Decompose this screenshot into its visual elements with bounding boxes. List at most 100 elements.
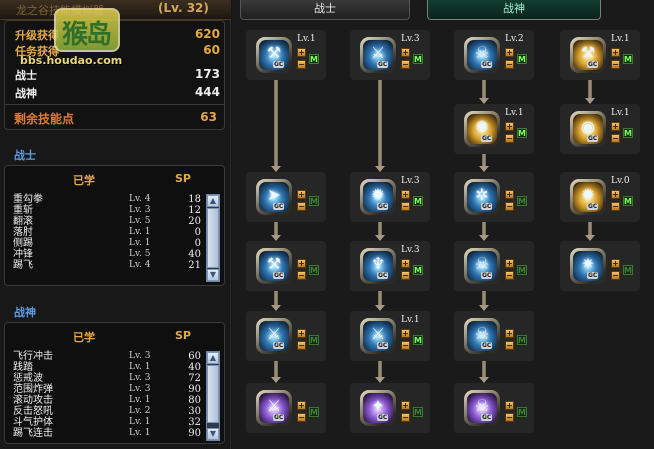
- learned-skill-row[interactable]: 踢飞 Lv. 4 21: [13, 260, 203, 271]
- skill-plus-button[interactable]: +: [401, 401, 410, 410]
- skill-minus-button[interactable]: −: [611, 202, 620, 211]
- learned-skill-row[interactable]: 冲锋 Lv. 5 40: [13, 249, 203, 260]
- skill-minus-button[interactable]: −: [401, 202, 410, 211]
- skill-max-button[interactable]: M: [623, 196, 633, 206]
- scroll-thumb[interactable]: [207, 208, 219, 268]
- skill-minus-button[interactable]: −: [505, 413, 514, 422]
- skill-minus-button[interactable]: −: [401, 341, 410, 350]
- skill-icon-button[interactable]: ⚔ GC: [360, 37, 396, 73]
- skill-max-button[interactable]: M: [517, 196, 527, 206]
- skill-icon-button[interactable]: ☠ GC: [464, 37, 500, 73]
- skill-max-button[interactable]: M: [623, 54, 633, 64]
- skill-max-button[interactable]: M: [517, 335, 527, 345]
- skill-max-button[interactable]: M: [517, 54, 527, 64]
- learned-skill-row[interactable]: 落肘 Lv. 1 0: [13, 227, 203, 238]
- skill-plus-button[interactable]: +: [611, 259, 620, 268]
- learned-skill-row[interactable]: 滚动攻击 Lv. 1 80: [13, 395, 203, 406]
- skill-plus-button[interactable]: +: [505, 329, 514, 338]
- skill-minus-button[interactable]: −: [611, 134, 620, 143]
- skill-icon-button[interactable]: ⚔ GC: [256, 390, 292, 426]
- skill-plus-button[interactable]: +: [401, 190, 410, 199]
- god-list-scrollbar[interactable]: ▲ ▼: [206, 351, 220, 441]
- learned-skill-row[interactable]: 范围炸弹 Lv. 3 90: [13, 384, 203, 395]
- skill-plus-button[interactable]: +: [505, 401, 514, 410]
- skill-icon-button[interactable]: ♆ GC: [360, 248, 396, 284]
- learned-skill-row[interactable]: 重斩 Lv. 3 12: [13, 205, 203, 216]
- tab-god[interactable]: 战神: [427, 0, 601, 20]
- skill-max-button[interactable]: M: [309, 335, 319, 345]
- scroll-thumb[interactable]: [207, 365, 219, 423]
- skill-plus-button[interactable]: +: [401, 48, 410, 57]
- skill-plus-button[interactable]: +: [401, 259, 410, 268]
- skill-icon-button[interactable]: ☠ GC: [464, 248, 500, 284]
- skill-minus-button[interactable]: −: [505, 60, 514, 69]
- skill-icon-button[interactable]: ➤ GC: [256, 179, 292, 215]
- skill-max-button[interactable]: M: [413, 335, 423, 345]
- skill-icon-button[interactable]: ⚒ GC: [256, 37, 292, 73]
- skill-max-button[interactable]: M: [413, 407, 423, 417]
- skill-plus-button[interactable]: +: [505, 48, 514, 57]
- skill-minus-button[interactable]: −: [505, 134, 514, 143]
- learned-skill-row[interactable]: 踢飞连击 Lv. 1 90: [13, 428, 203, 439]
- skill-plus-button[interactable]: +: [297, 329, 306, 338]
- skill-icon-button[interactable]: ⚔ GC: [256, 318, 292, 354]
- skill-minus-button[interactable]: −: [505, 271, 514, 280]
- skill-plus-button[interactable]: +: [611, 190, 620, 199]
- scroll-up-button[interactable]: ▲: [207, 352, 219, 364]
- skill-max-button[interactable]: M: [623, 128, 633, 138]
- scroll-down-button[interactable]: ▼: [207, 269, 219, 281]
- learned-skill-row[interactable]: 斗气护体 Lv. 1 32: [13, 417, 203, 428]
- skill-plus-button[interactable]: +: [297, 259, 306, 268]
- learned-skill-row[interactable]: 反击怒吼 Lv. 2 30: [13, 406, 203, 417]
- skill-minus-button[interactable]: −: [297, 202, 306, 211]
- skill-max-button[interactable]: M: [309, 407, 319, 417]
- skill-plus-button[interactable]: +: [505, 259, 514, 268]
- skill-max-button[interactable]: M: [309, 196, 319, 206]
- skill-icon-button[interactable]: ☠ GC: [464, 390, 500, 426]
- tab-warrior[interactable]: 战士: [240, 0, 410, 20]
- learned-skill-row[interactable]: 重勾拳 Lv. 4 18: [13, 194, 203, 205]
- skill-max-button[interactable]: M: [623, 265, 633, 275]
- scroll-up-button[interactable]: ▲: [207, 195, 219, 207]
- skill-plus-button[interactable]: +: [611, 48, 620, 57]
- skill-plus-button[interactable]: +: [505, 190, 514, 199]
- skill-minus-button[interactable]: −: [401, 60, 410, 69]
- skill-minus-button[interactable]: −: [505, 341, 514, 350]
- skill-minus-button[interactable]: −: [401, 413, 410, 422]
- skill-minus-button[interactable]: −: [611, 60, 620, 69]
- skill-minus-button[interactable]: −: [297, 271, 306, 280]
- skill-max-button[interactable]: M: [413, 265, 423, 275]
- scroll-down-button[interactable]: ▼: [207, 428, 219, 440]
- skill-icon-button[interactable]: ✺ GC: [464, 111, 500, 147]
- skill-max-button[interactable]: M: [413, 54, 423, 64]
- skill-plus-button[interactable]: +: [505, 122, 514, 131]
- skill-plus-button[interactable]: +: [297, 48, 306, 57]
- warrior-list-scrollbar[interactable]: ▲ ▼: [206, 194, 220, 282]
- skill-max-button[interactable]: M: [413, 196, 423, 206]
- skill-icon-button[interactable]: ⚔ GC: [360, 318, 396, 354]
- learned-skill-row[interactable]: 侧踢 Lv. 1 0: [13, 238, 203, 249]
- learned-skill-row[interactable]: 惩戒波 Lv. 3 72: [13, 373, 203, 384]
- skill-plus-button[interactable]: +: [297, 190, 306, 199]
- skill-max-button[interactable]: M: [309, 265, 319, 275]
- skill-minus-button[interactable]: −: [505, 202, 514, 211]
- skill-icon-button[interactable]: ✲ GC: [464, 179, 500, 215]
- skill-plus-button[interactable]: +: [297, 401, 306, 410]
- skill-icon-button[interactable]: ✦ GC: [360, 390, 396, 426]
- skill-icon-button[interactable]: ⚒ GC: [570, 37, 606, 73]
- skill-minus-button[interactable]: −: [297, 341, 306, 350]
- skill-icon-button[interactable]: ✷ GC: [570, 248, 606, 284]
- learned-skill-row[interactable]: 翻滚 Lv. 5 20: [13, 216, 203, 227]
- skill-icon-button[interactable]: ◉ GC: [570, 111, 606, 147]
- skill-minus-button[interactable]: −: [611, 271, 620, 280]
- skill-icon-button[interactable]: ✹ GC: [360, 179, 396, 215]
- skill-max-button[interactable]: M: [309, 54, 319, 64]
- skill-minus-button[interactable]: −: [401, 271, 410, 280]
- skill-plus-button[interactable]: +: [401, 329, 410, 338]
- learned-skill-row[interactable]: 飞行冲击 Lv. 3 60: [13, 351, 203, 362]
- skill-icon-button[interactable]: ⚒ GC: [256, 248, 292, 284]
- skill-icon-button[interactable]: ✹ GC: [570, 179, 606, 215]
- skill-max-button[interactable]: M: [517, 265, 527, 275]
- skill-icon-button[interactable]: ☠ GC: [464, 318, 500, 354]
- skill-max-button[interactable]: M: [517, 407, 527, 417]
